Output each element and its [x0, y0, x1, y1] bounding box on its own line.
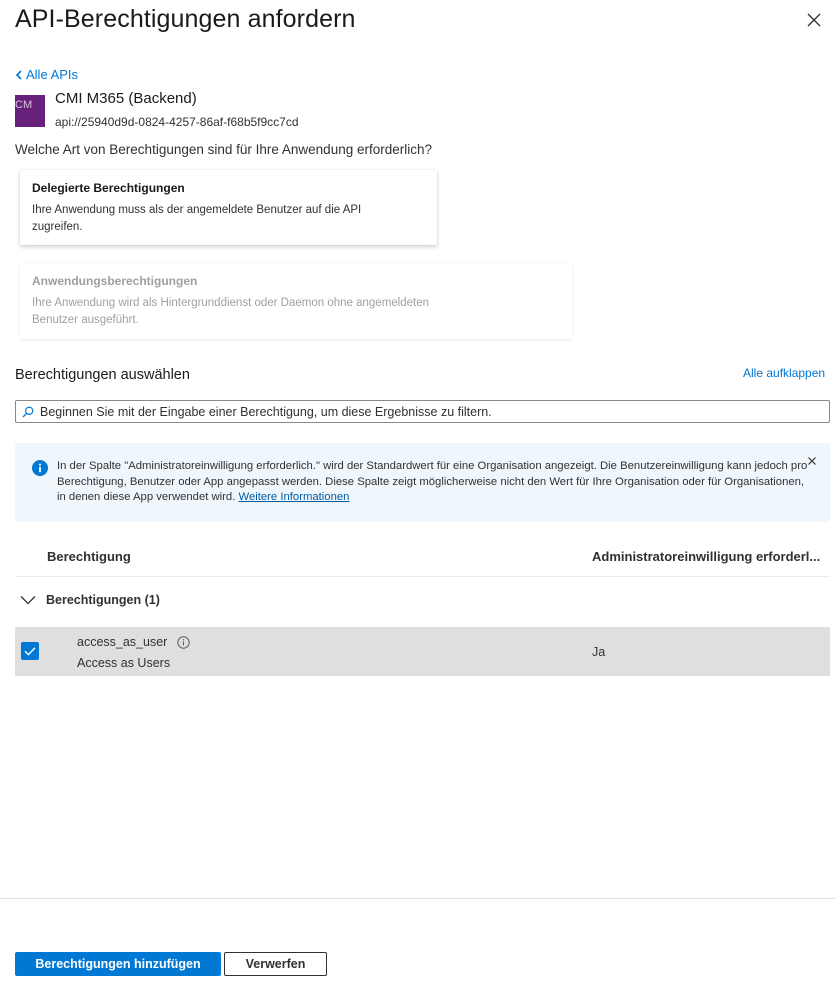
expand-all-link[interactable]: Alle aufklappen	[743, 366, 825, 380]
permission-name: access_as_user	[77, 635, 168, 649]
permission-group-toggle[interactable]: Berechtigungen (1)	[20, 593, 160, 607]
api-name: CMI M365 (Backend)	[55, 90, 197, 107]
add-permissions-button[interactable]: Berechtigungen hinzufügen	[15, 952, 221, 976]
search-icon	[22, 406, 34, 417]
delegated-permissions-title: Delegierte Berechtigungen	[32, 181, 185, 195]
table-header-divider	[15, 576, 830, 577]
close-icon	[808, 457, 816, 465]
delegated-permissions-description: Ihre Anwendung muss als der angemeldete …	[32, 204, 362, 233]
permission-admin-consent: Ja	[592, 645, 606, 659]
learn-more-link[interactable]: Weitere Informationen	[239, 491, 350, 503]
permission-search-box[interactable]	[15, 400, 830, 423]
api-logo: CM	[15, 95, 45, 127]
info-icon	[32, 460, 48, 476]
permission-search-input[interactable]	[40, 404, 820, 419]
permission-type-question: Welche Art von Berechtigungen sind für I…	[15, 142, 433, 157]
chevron-down-icon	[20, 596, 36, 605]
application-permissions-title: Anwendungsberechtigungen	[32, 274, 198, 288]
info-tooltip-icon[interactable]	[177, 635, 191, 649]
close-icon	[807, 13, 821, 27]
back-link-label: Alle APIs	[26, 67, 79, 82]
chevron-left-icon	[15, 69, 22, 80]
application-permissions-description: Ihre Anwendung wird als Hintergrunddiens…	[32, 297, 430, 326]
info-banner-message: In der Spalte "Administratoreinwilligung…	[57, 460, 808, 503]
close-button[interactable]	[803, 9, 825, 31]
table-row[interactable]: access_as_user Access as Users Ja	[15, 627, 830, 676]
permission-group-label: Berechtigungen (1)	[46, 593, 160, 607]
back-link[interactable]: Alle APIs	[15, 67, 78, 82]
api-uri: api://25940d9d-0824-4257-86af-f68b5f9cc7…	[55, 115, 299, 129]
permission-description: Access as Users	[77, 656, 171, 670]
permission-name-cell: access_as_user	[77, 635, 191, 649]
info-banner-close-button[interactable]	[807, 453, 817, 471]
footer-divider	[0, 898, 835, 899]
select-permissions-title: Berechtigungen auswählen	[15, 367, 190, 383]
column-header-admin-consent[interactable]: Administratoreinwilligung erforderl...	[592, 549, 820, 564]
application-permissions-card[interactable]: Anwendungsberechtigungen Ihre Anwendung …	[20, 263, 572, 339]
discard-button[interactable]: Verwerfen	[224, 952, 327, 976]
delegated-permissions-card[interactable]: Delegierte Berechtigungen Ihre Anwendung…	[20, 170, 437, 245]
permission-checkbox[interactable]	[21, 642, 39, 660]
info-banner-text: In der Spalte "Administratoreinwilligung…	[57, 459, 809, 506]
info-banner: In der Spalte "Administratoreinwilligung…	[15, 443, 830, 522]
column-header-permission[interactable]: Berechtigung	[47, 549, 131, 564]
checkmark-icon	[24, 647, 36, 656]
panel-title: API-Berechtigungen anfordern	[15, 5, 356, 33]
